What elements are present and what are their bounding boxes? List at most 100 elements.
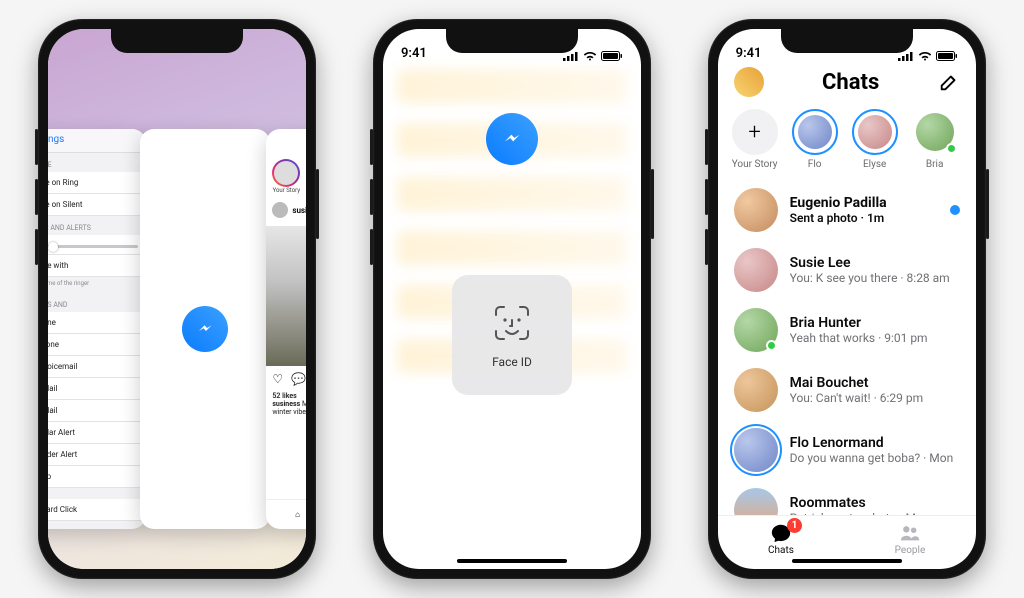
chat-avatar[interactable] [734,308,778,352]
faceid-prompt[interactable]: Face ID [452,275,572,395]
story-item[interactable]: + Your Story [732,109,778,170]
chat-preview: You: Can't wait! · 6:29 pm [790,391,960,405]
settings-row-vibrate-silent[interactable]: Vibrate on Silent [48,194,146,216]
chat-row[interactable]: RoommatesPatrick sent a photo · Mon [718,480,976,515]
wifi-icon [583,51,597,61]
chat-avatar[interactable] [734,488,778,515]
story-avatar[interactable] [912,109,958,155]
settings-row-reminder-alert[interactable]: Reminder Alert [48,444,146,466]
settings-row-change-buttons[interactable]: Change with [48,255,146,277]
story-avatar[interactable] [852,109,898,155]
phone-app-switcher: ‹ Settings VIBRATE Vibrate on Ring Vibra… [38,19,316,579]
chat-text: Flo LenormandDo you wanna get boba? · Mo… [790,435,960,465]
chats-tab-icon: 1 [770,522,792,544]
tab-chats-label: Chats [768,545,794,556]
chat-preview: You: K see you there · 8:28 am [790,271,960,285]
chat-row[interactable]: Mai BouchetYou: Can't wait! · 6:29 pm [718,360,976,420]
home-icon[interactable]: ⌂ [295,510,300,519]
stories-row[interactable]: + Your Story Flo Elyse Bria James [718,103,976,180]
story-name: Elyse [863,159,886,170]
settings-row-airdrop[interactable]: AirDrop [48,466,146,488]
settings-row-new-mail[interactable]: New Mail [48,378,146,400]
chat-avatar[interactable] [734,188,778,232]
settings-volume-slider[interactable] [48,235,146,255]
instagram-your-story[interactable] [272,159,300,187]
instagram-your-story-label: Your Story [272,187,300,194]
chat-name: Eugenio Padilla [790,195,938,211]
notch [781,29,913,53]
chat-text: Bria HunterYeah that works · 9:01 pm [790,315,960,345]
people-tab-icon [899,522,921,544]
presence-indicator [946,143,957,154]
notch [111,29,243,53]
app-switcher-cards[interactable]: ‹ Settings VIBRATE Vibrate on Ring Vibra… [48,29,306,569]
chat-avatar[interactable] [734,248,778,292]
presence-indicator [766,340,777,351]
settings-row-new-voicemail[interactable]: New Voicemail [48,356,146,378]
settings-back[interactable]: ‹ Settings [48,129,146,153]
story-item[interactable]: Flo [792,109,838,170]
post-caption: susiness Made it [272,400,306,408]
post-likes[interactable]: 52 likes [272,392,306,400]
home-indicator[interactable] [457,559,567,563]
app-card-instagram[interactable]: Your Story goto susiness ♡ 💬 ➤ [266,129,306,529]
post-author-avatar[interactable] [272,202,288,218]
faceid-icon [490,301,534,345]
faceid-label: Face ID [492,355,532,369]
story-name: Your Story [732,159,778,170]
home-indicator[interactable] [792,559,902,563]
story-item[interactable]: Bria [912,109,958,170]
chat-list[interactable]: Eugenio PadillaSent a photo · 1m Susie Le… [718,180,976,515]
chat-row[interactable]: Eugenio PadillaSent a photo · 1m [718,180,976,240]
instagram-tabbar: ⌂ 🔍 [266,499,306,529]
instagram-feed-image[interactable] [266,226,306,366]
chat-name: Mai Bouchet [790,375,960,391]
wifi-icon [918,51,932,61]
my-avatar[interactable] [734,67,764,97]
post-author[interactable]: susiness [292,206,306,215]
page-title: Chats [822,70,879,95]
chat-text: Eugenio PadillaSent a photo · 1m [790,195,938,225]
story-item[interactable]: James [972,109,976,170]
phone-faceid-lock: 9:41 Face ID [373,19,651,579]
chat-row[interactable]: Flo LenormandDo you wanna get boba? · Mo… [718,420,976,480]
settings-row-keyboard-clicks[interactable]: Keyboard Click [48,499,146,521]
tab-people[interactable]: People [895,522,926,556]
chat-preview: Sent a photo · 1m [790,211,938,225]
compose-button[interactable] [938,71,960,93]
story-avatar[interactable] [972,109,976,155]
chat-preview: Do you wanna get boba? · Mon [790,451,960,465]
messenger-logo-icon [486,113,538,165]
post-caption-line2: winter vibes 🏔️ [272,408,306,416]
chats-badge: 1 [787,518,802,533]
tab-chats[interactable]: 1 Chats [768,522,794,556]
chat-text: Mai BouchetYou: Can't wait! · 6:29 pm [790,375,960,405]
tab-people-label: People [895,545,926,556]
story-name: Bria [926,159,944,170]
like-icon[interactable]: ♡ [272,372,283,386]
story-avatar[interactable] [792,109,838,155]
add-story-button[interactable]: + [732,109,778,155]
phone-chats: 9:41 Chats +Your StoryFloElyseBriaJames … [708,19,986,579]
settings-row-calendar-alert[interactable]: Calendar Alert [48,422,146,444]
story-item[interactable]: Elyse [852,109,898,170]
settings-section-sounds: SOUNDS AND [48,293,146,312]
chat-row[interactable]: Susie LeeYou: K see you there · 8:28 am [718,240,976,300]
app-card-messenger[interactable]: Messenger [140,129,270,529]
chat-name: Flo Lenormand [790,435,960,451]
chats-header: Chats [718,63,976,103]
chat-name: Susie Lee [790,255,960,271]
settings-section-ringer: RINGER AND ALERTS [48,216,146,235]
settings-section-vibrate: VIBRATE [48,153,146,172]
chat-avatar[interactable] [734,368,778,412]
settings-row-ringtone[interactable]: Ringtone [48,312,146,334]
settings-row-sent-mail[interactable]: Sent Mail [48,400,146,422]
chat-row[interactable]: Bria HunterYeah that works · 9:01 pm [718,300,976,360]
settings-row-text-tone[interactable]: Text Tone [48,334,146,356]
app-card-settings[interactable]: ‹ Settings VIBRATE Vibrate on Ring Vibra… [48,129,146,529]
chat-name: Roommates [790,495,960,511]
settings-row-vibrate-ring[interactable]: Vibrate on Ring [48,172,146,194]
settings-volume-note: The volume of the ringer [48,277,146,293]
chat-avatar[interactable] [734,428,778,472]
comment-icon[interactable]: 💬 [291,372,306,386]
